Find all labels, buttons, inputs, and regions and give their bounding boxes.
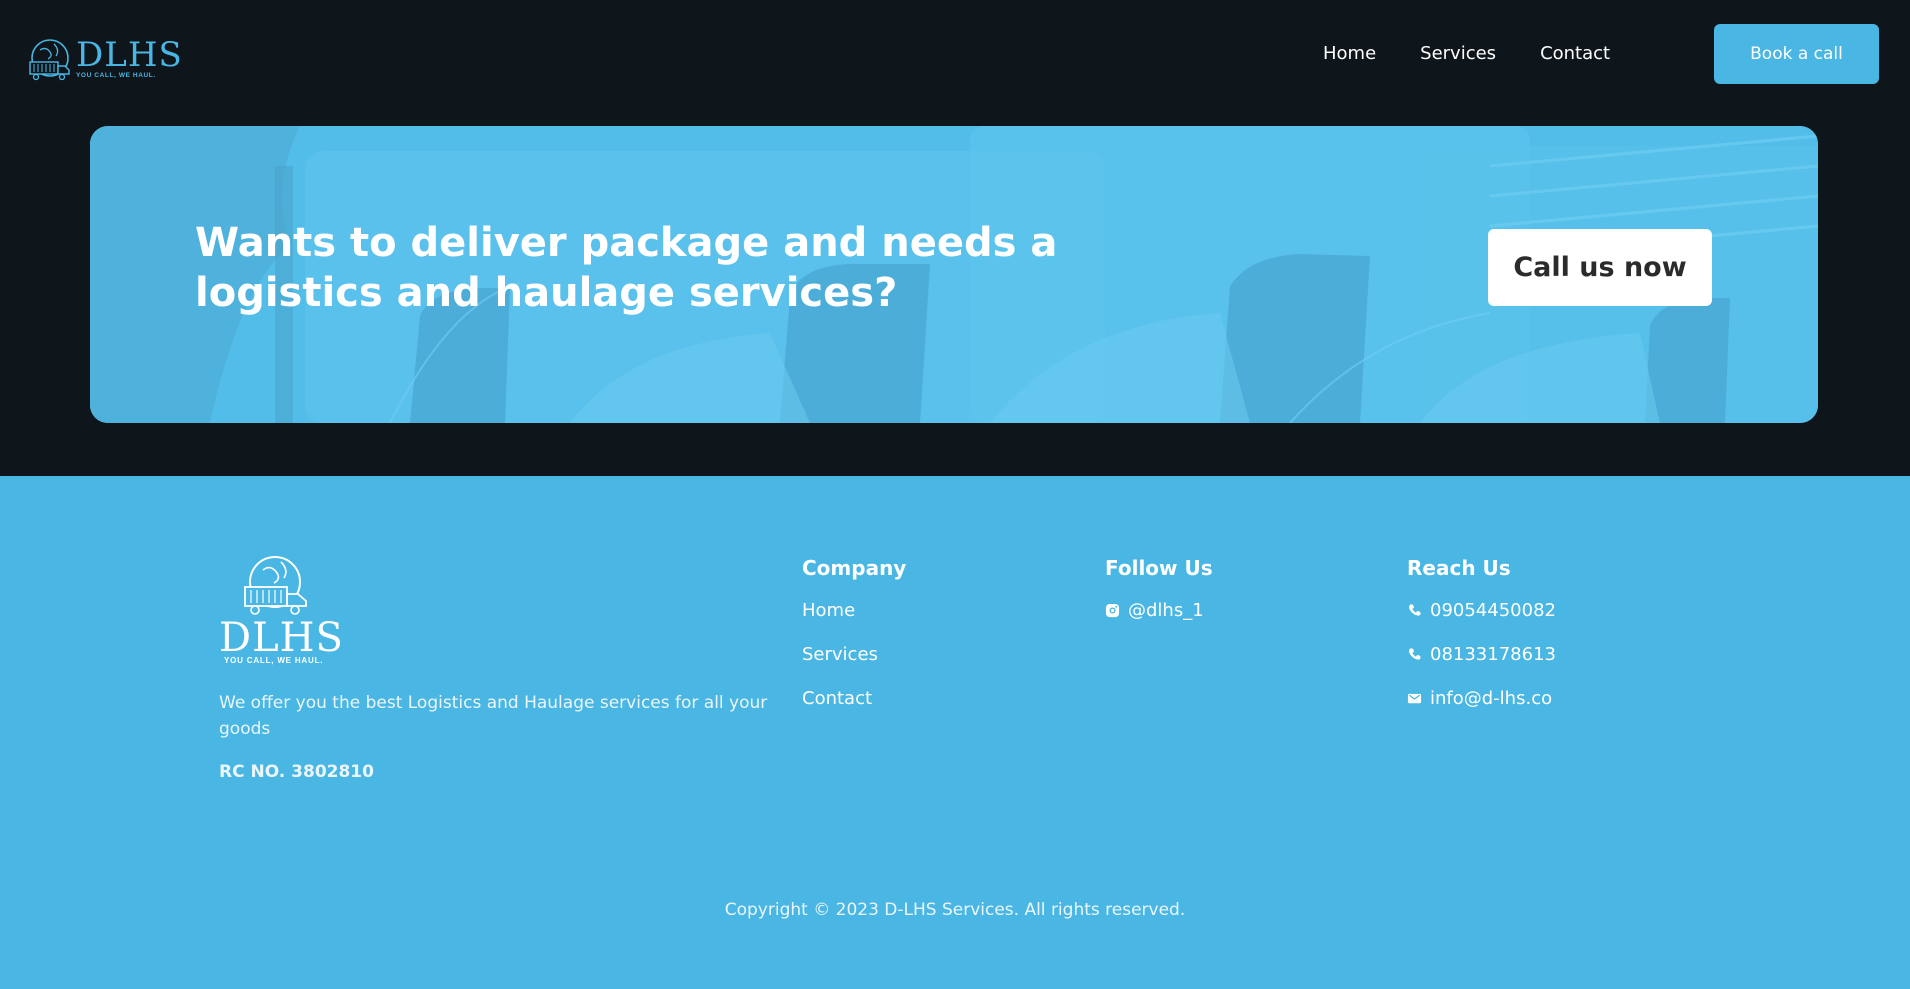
footer-logo-tagline: YOU CALL, WE HAUL. — [224, 656, 324, 665]
company-heading: Company — [802, 556, 907, 580]
footer-link-contact[interactable]: Contact — [802, 688, 872, 709]
instagram-icon — [1105, 603, 1120, 617]
site-header: DLHS YOU CALL, WE HAUL. Home Services Co… — [0, 0, 1910, 108]
rc-number: RC NO. 3802810 — [219, 762, 374, 782]
cta-headline-line1: Wants to deliver package and needs a — [195, 220, 1058, 266]
globe-truck-icon — [29, 39, 70, 81]
phone-link-2[interactable]: 08133178613 — [1407, 640, 1556, 668]
header-logo[interactable]: DLHS YOU CALL, WE HAUL. — [28, 38, 183, 82]
footer-logo[interactable]: DLHS YOU CALL, WE HAUL. — [219, 554, 344, 665]
instagram-handle: @dlhs_1 — [1128, 599, 1204, 621]
phone-link-1[interactable]: 09054450082 — [1407, 596, 1556, 624]
footer-follow-column: Follow Us @dlhs_1 — [1105, 556, 1213, 640]
main-nav: Home Services Contact — [1323, 42, 1610, 66]
follow-heading: Follow Us — [1105, 556, 1213, 580]
footer-reach-column: Reach Us 09054450082 08133178613 info@d-… — [1407, 556, 1556, 728]
cta-headline-line2: logistics and haulage services? — [195, 270, 898, 316]
copyright-text: Copyright © 2023 D-LHS Services. All rig… — [724, 900, 1186, 920]
footer-link-services[interactable]: Services — [802, 644, 878, 665]
call-us-now-button[interactable]: Call us now — [1488, 229, 1712, 306]
cta-banner: Wants to deliver package and needs a log… — [90, 126, 1818, 423]
footer-link-home[interactable]: Home — [802, 600, 855, 621]
logo-wordmark: DLHS — [76, 35, 183, 75]
nav-home[interactable]: Home — [1323, 42, 1376, 66]
nav-contact[interactable]: Contact — [1540, 42, 1610, 66]
cta-headline: Wants to deliver package and needs a log… — [195, 218, 1095, 318]
email-link[interactable]: info@d-lhs.co — [1407, 684, 1556, 712]
reach-heading: Reach Us — [1407, 556, 1511, 580]
globe-truck-icon — [244, 556, 307, 615]
phone-number-2: 08133178613 — [1430, 643, 1556, 665]
mail-icon — [1407, 693, 1422, 703]
footer-company-column: Company Home Services Contact — [802, 556, 906, 728]
footer-description: We offer you the best Logistics and Haul… — [219, 693, 768, 739]
phone-icon — [1409, 603, 1421, 616]
nav-services[interactable]: Services — [1420, 42, 1496, 66]
book-a-call-button[interactable]: Book a call — [1714, 24, 1879, 84]
instagram-link[interactable]: @dlhs_1 — [1105, 596, 1213, 624]
site-footer: DLHS YOU CALL, WE HAUL. We offer you the… — [0, 476, 1910, 989]
phone-number-1: 09054450082 — [1430, 599, 1556, 621]
phone-icon — [1409, 647, 1421, 660]
email-address: info@d-lhs.co — [1430, 687, 1553, 709]
footer-logo-wordmark: DLHS — [219, 615, 344, 661]
